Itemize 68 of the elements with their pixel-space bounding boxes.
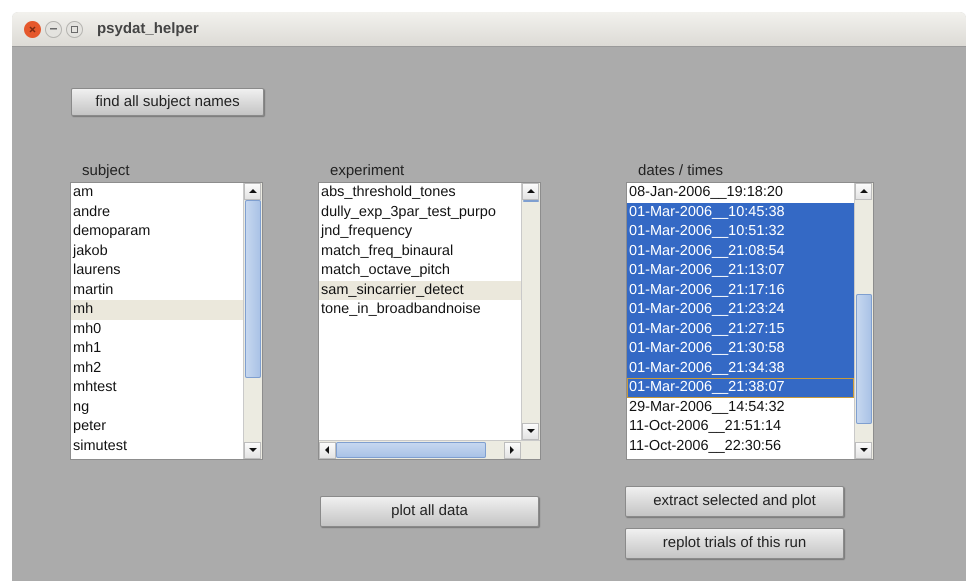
- list-item[interactable]: simutest: [71, 436, 243, 456]
- list-item[interactable]: 01-Mar-2006__10:45:38: [627, 202, 854, 222]
- scroll-arrow-button[interactable]: [244, 183, 261, 200]
- list-box[interactable]: am andre demoparam jakob laurens martin mh mh0 mh1 mh2 mhtest ng peter simutest: [70, 182, 263, 460]
- list-item[interactable]: mh0: [71, 320, 243, 339]
- list-item[interactable]: mh: [71, 300, 243, 320]
- scroll-thumb[interactable]: [856, 294, 872, 424]
- list-label: dates / times: [637, 161, 724, 181]
- scroll-arrow-button[interactable]: [855, 442, 872, 459]
- list-item[interactable]: 01-Mar-2006__21:30:58: [627, 339, 854, 358]
- list-item[interactable]: ng: [71, 398, 243, 417]
- list-item[interactable]: tone_in_broadbandnoise: [319, 300, 521, 320]
- list-item[interactable]: sam_sincarrier_detect: [319, 280, 521, 300]
- list-item[interactable]: mhtest: [71, 378, 243, 398]
- close-icon: [29, 26, 36, 32]
- scroll-arrow-button[interactable]: [855, 183, 872, 200]
- maximize-button[interactable]: [66, 20, 83, 38]
- action-button[interactable]: replot trials of this run: [625, 528, 844, 559]
- list-item[interactable]: andre: [71, 202, 243, 222]
- list-item[interactable]: 01-Mar-2006__10:51:32: [627, 222, 854, 242]
- list-item[interactable]: 08-Jan-2006__19:18:20: [627, 183, 854, 202]
- list-item[interactable]: 01-Mar-2006__21:34:38: [627, 358, 854, 378]
- list-box[interactable]: [626, 182, 874, 460]
- minimize-button[interactable]: [45, 20, 62, 38]
- list-item[interactable]: mh2: [71, 358, 243, 378]
- vertical-scrollbar[interactable]: [243, 183, 262, 459]
- list-item[interactable]: 01-Mar-2006__21:17:16: [627, 280, 854, 300]
- scroll-arrow-button[interactable]: [504, 442, 521, 458]
- list-item[interactable]: 11-Oct-2006__21:51:14: [627, 417, 854, 436]
- list-item[interactable]: laurens: [71, 261, 243, 280]
- list-item[interactable]: jakob: [71, 242, 243, 261]
- list-item[interactable]: dully_exp_3par_test_purpo: [319, 202, 521, 222]
- list-item[interactable]: 01-Mar-2006__21:08:54: [627, 242, 854, 261]
- close-button[interactable]: [24, 20, 41, 38]
- horizontal-scrollbar[interactable]: [319, 440, 540, 459]
- list-item[interactable]: demoparam: [71, 222, 243, 242]
- vertical-scrollbar[interactable]: [854, 183, 873, 459]
- scroll-thumb[interactable]: [336, 442, 486, 458]
- list-item[interactable]: mh1: [71, 339, 243, 358]
- list-label: subject: [81, 161, 131, 181]
- list-box[interactable]: abs_threshold_tones dully_exp_3par_test_purpo jnd_frequency match_freq_binaural match_octave_pitch sam_sincarrier_detect tone_in_broadbandnoise: [318, 182, 541, 460]
- list-item[interactable]: abs_threshold_tones: [319, 183, 521, 202]
- list-item[interactable]: 01-Mar-2006__21:27:15: [627, 320, 854, 339]
- scroll-thumb[interactable]: [523, 200, 539, 202]
- scroll-arrow-button[interactable]: [244, 442, 261, 459]
- maximize-icon: [71, 26, 78, 32]
- list-item[interactable]: 29-Mar-2006__14:54:32: [627, 398, 854, 417]
- action-button[interactable]: find all subject names: [71, 88, 264, 116]
- list-item[interactable]: jnd_frequency: [319, 222, 521, 242]
- list-item[interactable]: 01-Mar-2006__21:23:24: [627, 300, 854, 320]
- minimize-icon: [50, 28, 57, 30]
- vertical-scrollbar[interactable]: [521, 183, 540, 440]
- list-label: experiment: [329, 161, 406, 181]
- scroll-arrow-button[interactable]: [522, 183, 539, 200]
- scroll-arrow-button[interactable]: [522, 423, 539, 440]
- window-title: psydat_helper: [97, 18, 199, 39]
- action-button[interactable]: plot all data: [320, 496, 539, 527]
- list-item[interactable]: 01-Mar-2006__21:13:07: [627, 261, 854, 280]
- scroll-thumb[interactable]: [245, 200, 261, 378]
- list-item[interactable]: match_octave_pitch: [319, 261, 521, 280]
- list-item[interactable]: match_freq_binaural: [319, 242, 521, 261]
- list-item[interactable]: martin: [71, 280, 243, 300]
- list-item[interactable]: 11-Oct-2006__22:30:56: [627, 436, 854, 456]
- list-item[interactable]: am: [71, 183, 243, 202]
- scroll-arrow-button[interactable]: [319, 442, 336, 458]
- list-item[interactable]: peter: [71, 417, 243, 436]
- list-item[interactable]: 01-Mar-2006__21:38:07: [627, 378, 854, 398]
- action-button[interactable]: extract selected and plot: [625, 486, 844, 517]
